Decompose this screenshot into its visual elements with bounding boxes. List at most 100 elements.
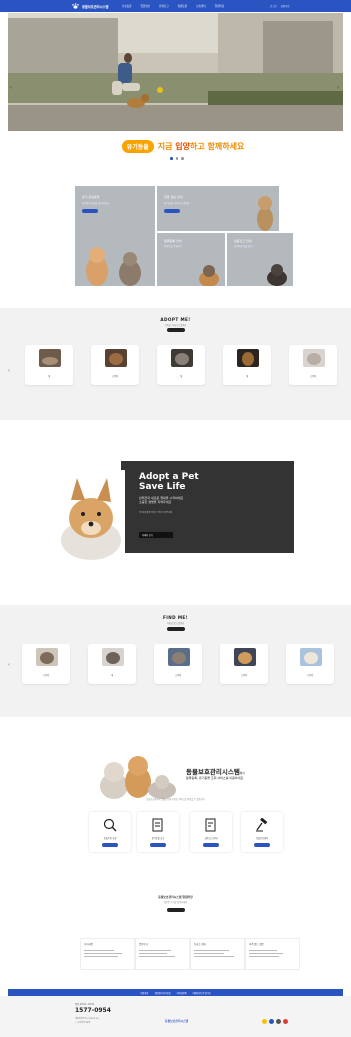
find-card[interactable]: 고양이 (286, 644, 334, 684)
kakao-icon[interactable] (262, 1019, 267, 1024)
find-card[interactable]: 개 (88, 644, 136, 684)
animal-photo (171, 349, 193, 367)
banner-text: 지금 입양하고 함께하세요 (157, 141, 245, 151)
prev-slide-icon[interactable]: ‹ (10, 85, 12, 91)
service-card[interactable]: 실종신고 안내 (190, 812, 232, 852)
service-label: 동물등록 조회 (103, 837, 117, 840)
card-button[interactable] (164, 209, 180, 213)
notice-title: 동물보호관리시스템 알림마당 (158, 895, 193, 899)
find-title: FIND ME! (163, 615, 188, 620)
grid-card[interactable]: 입양 정보 안내 새 가족을 기다리고 있어요 (157, 186, 279, 231)
hero-slider-image[interactable]: ‹ › (8, 13, 343, 131)
gavel-icon (256, 818, 268, 832)
animal-photo (36, 648, 58, 666)
card-sub: 보호중인 동물을 확인하세요 (82, 202, 109, 205)
find-prev-icon[interactable]: ‹ (8, 662, 10, 668)
service-button[interactable] (150, 843, 166, 847)
util-links: 로그인 회원가입 (270, 4, 289, 8)
blog-icon[interactable] (276, 1019, 281, 1024)
site-logo[interactable]: 동물보호관리시스템 (71, 3, 108, 9)
service-button[interactable] (254, 843, 270, 847)
adopt-card[interactable]: 개 (25, 345, 73, 385)
service-card[interactable]: 동물보호센터 (241, 812, 283, 852)
animal-photo (300, 648, 322, 666)
login-link[interactable]: 로그인 (270, 4, 277, 8)
find-card[interactable]: 고양이 (154, 644, 202, 684)
footer-logo[interactable]: 동물보호관리시스템 (165, 1019, 188, 1023)
find-card[interactable]: 고양이 (220, 644, 268, 684)
promo-button[interactable]: 자세히 보기 (139, 532, 173, 538)
notice-board[interactable]: 보호소 안내 (190, 938, 245, 970)
notice-board[interactable]: 입양후기 (135, 938, 190, 970)
hero-photo (8, 13, 343, 131)
slide-dot[interactable] (181, 157, 184, 160)
animal-label: 개 (47, 375, 50, 378)
footer-address: 세종특별자치시 다솜2로 94 (75, 1018, 99, 1020)
youtube-icon[interactable] (283, 1019, 288, 1024)
find-more-button[interactable] (167, 627, 185, 631)
adopt-more-button[interactable] (167, 328, 185, 332)
service-label: 실종신고 안내 (204, 837, 218, 840)
slide-dot[interactable] (175, 157, 179, 160)
board-title: 공지사항 (84, 943, 93, 946)
footer-link[interactable]: 이용약관 (140, 991, 148, 995)
footer-copyright: © 농림축산식품부 (75, 1022, 91, 1024)
nav-item[interactable]: 보호동물 (122, 4, 132, 8)
footer-link[interactable]: 저작권정책 (176, 991, 186, 995)
animal-label: 고양이 (309, 375, 317, 378)
animal-label: 개 (179, 375, 182, 378)
adopt-prev-icon[interactable]: ‹ (8, 368, 10, 374)
next-slide-icon[interactable]: › (337, 85, 339, 91)
footer: 평일 09:00~18:00 1577-0954 세종특별자치시 다솜2로 94… (0, 996, 351, 1037)
search-icon (103, 818, 117, 832)
service-card[interactable]: 유기동물 공고 (137, 812, 179, 852)
cat-photo (267, 264, 287, 286)
notice-board[interactable]: 공지사항 (80, 938, 135, 970)
animal-photo (102, 648, 124, 666)
facebook-icon[interactable] (269, 1019, 274, 1024)
dog-promo-photo (55, 470, 125, 560)
adopt-sub: 가족을 기다리고 있어요 (164, 324, 187, 327)
social-links (262, 1019, 288, 1024)
animal-photo (303, 349, 325, 367)
adopt-card[interactable]: 개 (157, 345, 205, 385)
footer-hours: 평일 09:00~18:00 (75, 1003, 95, 1006)
notice-more-button[interactable] (167, 908, 185, 912)
card-button[interactable] (82, 209, 98, 213)
card-title: 입양 정보 안내 (164, 195, 183, 199)
nav-item[interactable]: 알림마당 (215, 4, 225, 8)
slide-dots (170, 157, 184, 160)
dog-cat-photo (86, 247, 141, 286)
footer-link[interactable]: 개인정보처리방침 (154, 991, 170, 995)
grid-card[interactable]: 실종신고 안내 잃어버린 동물 찾기 (227, 233, 293, 286)
service-label: 유기동물 공고 (151, 837, 165, 840)
notice-board[interactable]: 자주 묻는 질문 (245, 938, 300, 970)
footer-phone: 1577-0954 (75, 1007, 111, 1014)
board-title: 자주 묻는 질문 (249, 943, 264, 946)
service-card[interactable]: 동물등록 조회 (89, 812, 131, 852)
adopt-card[interactable]: 고양이 (289, 345, 337, 385)
nav-item[interactable]: 보호센터 (196, 4, 206, 8)
system-small: 동물보호관리시스템을 통해 다양한 서비스를 이용할 수 있습니다 (146, 798, 205, 801)
service-button[interactable] (102, 843, 118, 847)
nav-item[interactable]: 입양정보 (141, 4, 151, 8)
hero-banner[interactable]: 유기동물 지금 입양하고 함께하세요 (94, 137, 272, 155)
service-button[interactable] (203, 843, 219, 847)
adopt-card[interactable]: 고양이 (91, 345, 139, 385)
pets-group-photo (100, 756, 176, 799)
animal-photo (105, 349, 127, 367)
banner-badge: 유기동물 (121, 139, 154, 153)
animal-photo (168, 648, 190, 666)
nav-item[interactable]: 실종동물 (178, 4, 188, 8)
cat-photo (199, 265, 219, 286)
nav-item[interactable]: 유실신고 (159, 4, 169, 8)
system-line: 동물등록, 유기동물 조회 서비스를 이용하세요 (186, 776, 244, 780)
find-card[interactable]: 고양이 (22, 644, 70, 684)
signup-link[interactable]: 회원가입 (281, 4, 290, 8)
grid-card[interactable]: 동물등록 안내 반려동물 등록하기 (157, 233, 225, 286)
adopt-card[interactable]: 개 (223, 345, 271, 385)
grid-card[interactable]: 유기·유실동물 보호중인 동물을 확인하세요 (75, 186, 155, 286)
footer-link[interactable]: 이메일무단수집거부 (193, 991, 211, 995)
slide-dot[interactable] (170, 157, 173, 160)
animal-label: 고양이 (240, 674, 248, 677)
